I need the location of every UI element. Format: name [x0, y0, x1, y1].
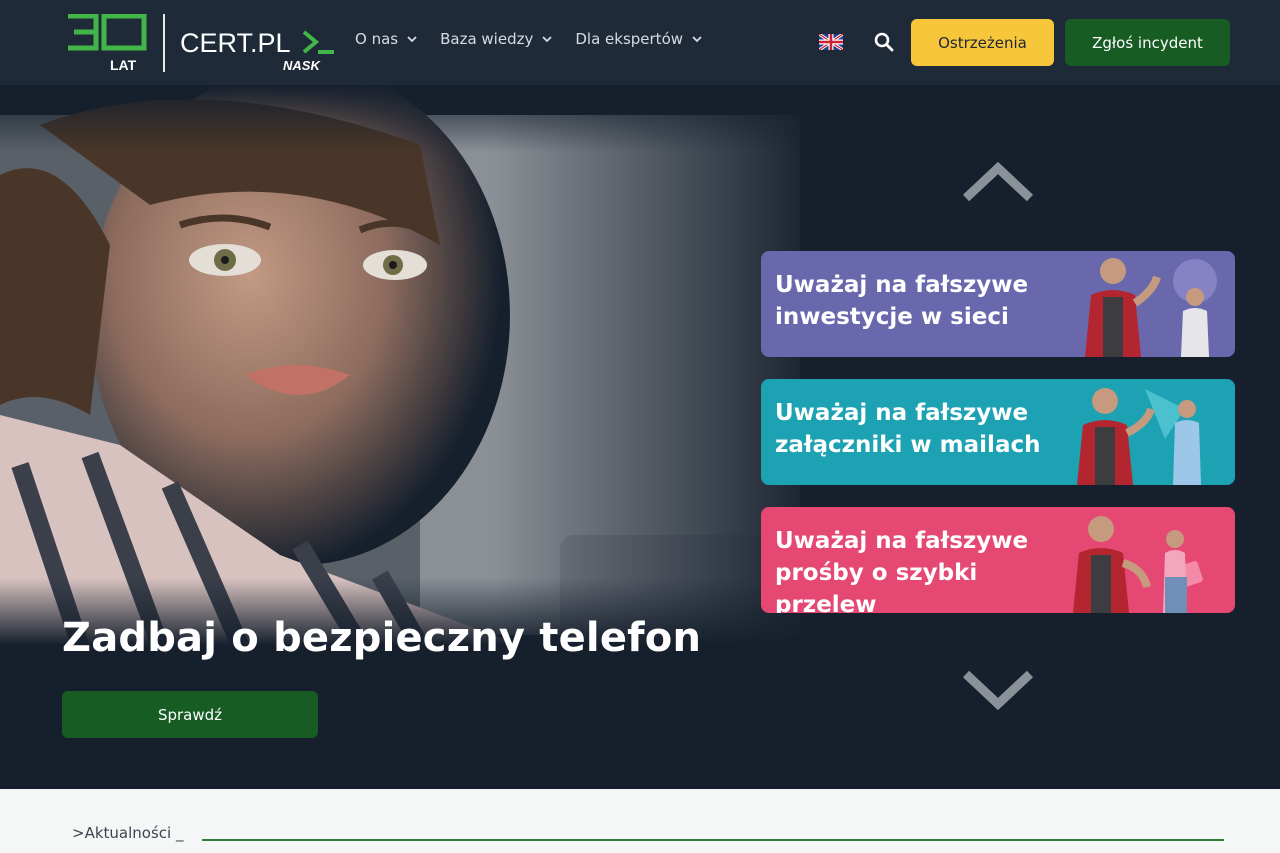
- hero-title: Zadbaj o bezpieczny telefon: [62, 615, 702, 661]
- card-illustration-people: [1073, 516, 1203, 613]
- news-heading: >Aktualności _: [72, 824, 184, 842]
- news-divider: [202, 839, 1224, 841]
- nav-item-label: Dla ekspertów: [575, 30, 684, 48]
- chevron-up-icon[interactable]: [962, 162, 1034, 202]
- chevron-down-icon: [692, 36, 702, 43]
- hero-photo-woman-with-phone: [0, 85, 820, 645]
- warnings-button[interactable]: Ostrzeżenia: [911, 19, 1054, 66]
- site-header: LAT CERT.PL NASK O nas Baza wiedzy Dla e…: [0, 0, 1280, 85]
- card-illustration-people: [1077, 388, 1201, 485]
- card-text: Uważaj na fałszywe prośby o szybki przel…: [775, 528, 1029, 613]
- logo-sub: NASK: [283, 58, 321, 73]
- 30-years-logo[interactable]: LAT: [66, 14, 150, 74]
- logo-name: CERT.PL: [180, 28, 291, 58]
- report-incident-button[interactable]: Zgłoś incydent: [1065, 19, 1230, 66]
- chevron-down-icon: [407, 36, 417, 43]
- card-text: Uważaj na fałszywe inwestycje w sieci: [775, 272, 1029, 330]
- campaign-card-quick-transfer[interactable]: Uważaj na fałszywe prośby o szybki przel…: [761, 507, 1235, 613]
- campaign-card-investments[interactable]: Uważaj na fałszywe inwestycje w sieci: [761, 251, 1235, 357]
- chevron-down-icon[interactable]: [962, 670, 1034, 710]
- cert-pl-logo[interactable]: CERT.PL NASK: [178, 26, 336, 74]
- chevron-down-icon: [542, 36, 552, 43]
- check-button[interactable]: Sprawdź: [62, 691, 318, 738]
- news-section: >Aktualności _: [0, 789, 1280, 853]
- card-text: Uważaj na fałszywe załączniki w mailach: [775, 400, 1041, 458]
- hero-section: Zadbaj o bezpieczny telefon Sprawdź Uważ…: [0, 85, 1280, 789]
- card-illustration-people: [1085, 258, 1217, 357]
- nav-item-label: Baza wiedzy: [440, 30, 534, 48]
- search-icon[interactable]: [872, 30, 896, 54]
- nav-item-about[interactable]: O nas: [355, 30, 418, 48]
- nav-item-label: O nas: [355, 30, 399, 48]
- logo-divider: [163, 14, 165, 72]
- uk-flag-icon[interactable]: [819, 34, 843, 50]
- main-nav: O nas Baza wiedzy Dla ekspertów: [355, 30, 703, 48]
- nav-item-for-experts[interactable]: Dla ekspertów: [575, 30, 703, 48]
- logo-years-label: LAT: [110, 57, 137, 73]
- campaign-card-attachments[interactable]: Uważaj na fałszywe załączniki w mailach: [761, 379, 1235, 485]
- nav-item-knowledge-base[interactable]: Baza wiedzy: [440, 30, 553, 48]
